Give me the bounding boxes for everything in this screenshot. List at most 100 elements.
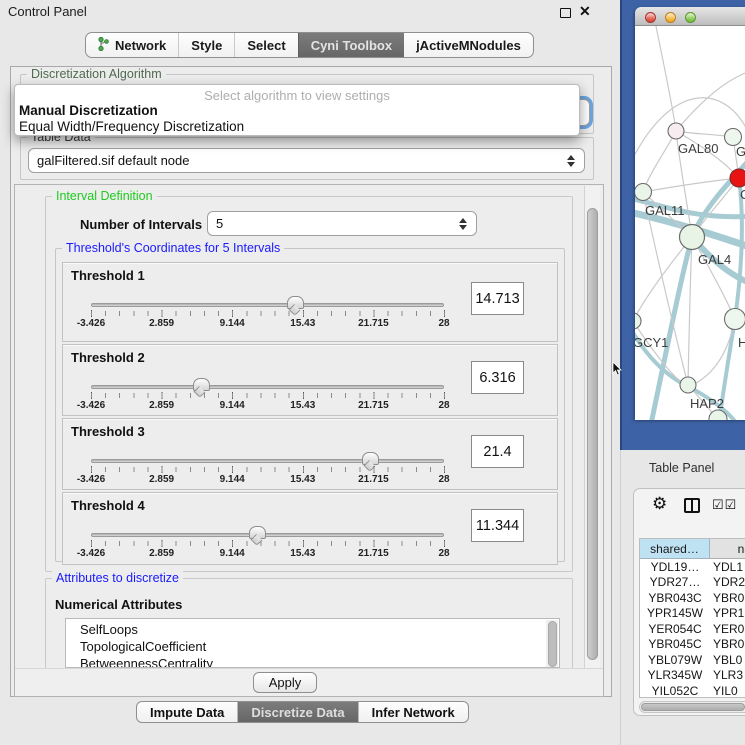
minimize-traffic-light-icon[interactable] [665,12,676,23]
numerical-attributes-list[interactable]: SelfLoops TopologicalCoefficient Between… [65,618,560,668]
combo-arrows-icon [566,155,575,167]
zoom-traffic-light-icon[interactable] [685,12,696,23]
tab-style[interactable]: Style [178,33,234,57]
node-selected-red[interactable] [730,169,745,187]
interval-definition-label: Interval Definition [52,189,157,203]
tab-jactivemnodules[interactable]: jActiveMNodules [404,33,533,57]
columns-icon[interactable] [684,498,700,513]
right-pane: GAL80 GA C GAL11 GAL4 GCY1 H HAP2 Table … [620,0,745,745]
tab-impute-data[interactable]: Impute Data [137,702,237,722]
node-hap2[interactable] [680,377,696,393]
select-columns-checkboxes-icon[interactable]: ☑☑ [712,497,737,513]
settings-scrollbar-thumb[interactable] [587,208,598,660]
column-header-name[interactable]: na [710,539,745,559]
node-label-gal-partial: GA [736,144,745,159]
table-scrollbar-thumb[interactable] [641,703,745,711]
slider-minor-ticks [91,467,445,472]
table-horizontal-scrollbar[interactable] [639,701,745,713]
table-row[interactable]: YIL052CYIL0 [640,683,745,698]
bottom-tab-bar: Impute Data Discretize Data Infer Networ… [136,701,469,723]
tab-network-label: Network [115,38,166,53]
threshold-3-label: Threshold 3 [71,424,145,439]
number-of-intervals-combobox[interactable]: 5 [207,211,477,236]
node-gal[interactable] [725,129,742,146]
node-gcy1[interactable] [635,313,641,329]
thresholds-group-label: Threshold's Coordinates for 5 Intervals [62,241,284,255]
threshold-3-panel: Threshold 3 -3.426 2.859 9.144 15.43 21.… [62,418,558,490]
close-traffic-light-icon[interactable] [645,12,656,23]
network-window-region: GAL80 GA C GAL11 GAL4 GCY1 H HAP2 [620,0,745,450]
number-of-intervals-value: 5 [216,216,223,231]
number-of-intervals-label: Number of Intervals [80,217,202,232]
network-canvas[interactable]: GAL80 GA C GAL11 GAL4 GCY1 H HAP2 [635,26,745,420]
table-row[interactable]: YDR27…YDR2 [640,575,745,591]
table-row[interactable]: YBR043CYBR0 [640,590,745,606]
node-h[interactable] [725,309,745,330]
threshold-2-label: Threshold 2 [71,350,145,365]
node-label-gal4: GAL4 [698,252,731,267]
gear-icon[interactable]: ⚙ [652,495,667,512]
table-row[interactable]: YBL079WYBL0 [640,652,745,668]
threshold-1-value-field[interactable]: 14.713 [471,282,524,315]
apply-button[interactable]: Apply [253,672,317,693]
list-item[interactable]: SelfLoops [66,619,559,638]
node-table[interactable]: shared… na YDL19…YDL1 YDR27…YDR2 YBR043C… [639,538,745,698]
list-scrollbar[interactable] [546,620,558,668]
column-header-shared[interactable]: shared… [640,539,710,559]
list-scrollbar-thumb[interactable] [548,621,557,667]
threshold-4-slider-track[interactable] [91,533,444,537]
table-data-combobox[interactable]: galFiltered.sif default node [28,148,585,173]
threshold-4-panel: Threshold 4 -3.426 2.859 9.144 15.43 21.… [62,492,558,565]
threshold-2-value-field[interactable]: 6.316 [471,361,524,394]
tab-network[interactable]: Network [86,33,178,57]
network-icon [98,37,109,54]
tab-infer-network[interactable]: Infer Network [358,702,468,722]
slider-minor-ticks [91,393,445,398]
node-label-c-partial: C [740,187,745,202]
threshold-2-slider-track[interactable] [91,385,444,389]
dropdown-placeholder: Select algorithm to view settings [15,88,579,103]
table-panel-region: Table Panel ⚙ ☑☑ shared… na YDL19…YDL1 Y… [620,450,745,745]
threshold-4-value-field[interactable]: 11.344 [471,509,524,542]
node-label-gal80: GAL80 [678,141,718,156]
threshold-2-panel: Threshold 2 -3.426 2.859 9.144 15.43 21.… [62,344,558,416]
top-tab-bar: Network Style Select Cyni Toolbox jActiv… [85,32,534,58]
threshold-3-slider-track[interactable] [91,459,444,463]
node-label-h-partial: H [738,335,745,350]
algorithm-dropdown-popup: Select algorithm to view settings Manual… [14,84,580,136]
node-gal4[interactable] [680,225,705,250]
mouse-cursor [612,362,622,381]
table-row[interactable]: YPR145WYPR1 [640,606,745,622]
network-window-titlebar[interactable] [635,7,745,26]
combo-arrows-icon [458,218,467,230]
threshold-1-slider-track[interactable] [91,303,444,307]
tab-select[interactable]: Select [234,33,297,57]
tab-cyni-toolbox[interactable]: Cyni Toolbox [298,33,404,57]
list-item[interactable]: BetweennessCentrality [66,655,559,668]
table-panel-inner: ⚙ ☑☑ shared… na YDL19…YDL1 YDR27…YDR2 YB… [633,488,745,716]
list-item[interactable]: TopologicalCoefficient [66,638,559,655]
node-label-gcy1: GCY1 [635,335,668,350]
dropdown-option-manual[interactable]: Manual Discretization [19,103,158,118]
table-row[interactable]: YBR045CYBR0 [640,637,745,653]
slider-scale: -3.426 2.859 9.144 15.43 21.715 28 [91,318,444,330]
table-panel-title: Table Panel [649,461,714,475]
table-row[interactable]: YLR345WYLR3 [640,668,745,684]
dropdown-option-equal-width[interactable]: Equal Width/Frequency Discretization [19,119,244,134]
node-gal80[interactable] [668,123,684,139]
panel-title: Control Panel [8,4,87,19]
tab-discretize-data[interactable]: Discretize Data [237,702,357,722]
discretization-algorithm-label: Discretization Algorithm [27,67,166,81]
numerical-attributes-label: Numerical Attributes [55,597,182,612]
table-row[interactable]: YER054CYER0 [640,621,745,637]
slider-minor-ticks [91,311,445,316]
network-window: GAL80 GA C GAL11 GAL4 GCY1 H HAP2 [635,7,745,420]
close-icon[interactable]: ✕ [579,3,591,20]
node-label-gal11: GAL11 [645,203,685,218]
table-row[interactable]: YDL19…YDL1 [640,559,745,575]
node-gal11[interactable] [635,184,652,201]
float-window-icon[interactable] [560,8,571,18]
threshold-3-value-field[interactable]: 21.4 [471,435,524,468]
threshold-1-panel: Threshold 1 -3.426 2.859 9.144 15.43 21.… [62,262,558,342]
table-header-row: shared… na [640,539,745,559]
